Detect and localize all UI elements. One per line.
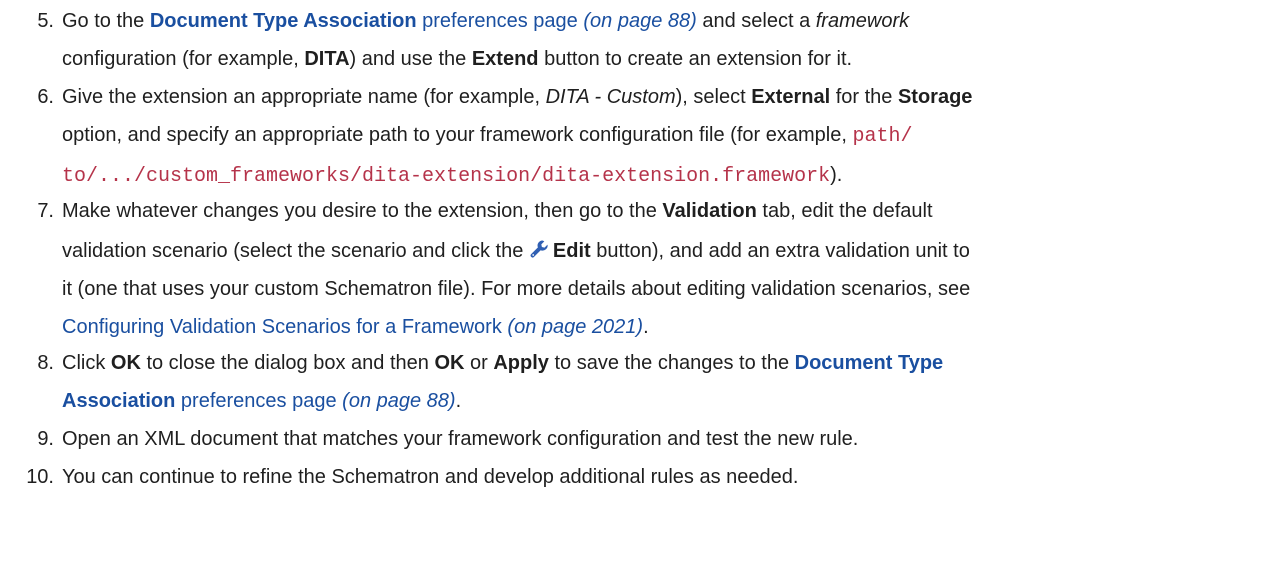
step-5-line-1: Go to the Document Type Association pref… <box>62 10 910 32</box>
step-9-text: Open an XML document that matches your f… <box>62 428 859 450</box>
step-number: 5. <box>37 10 54 32</box>
list-item-step-5: 5. Go to the Document Type Association p… <box>37 2 1267 78</box>
list-item-step-6: 6. Give the extension an appropriate nam… <box>37 78 1267 196</box>
step-6-line-2: option, and specify an appropriate path … <box>62 124 913 148</box>
document-type-association-link[interactable]: Document Type Association preferences pa… <box>150 10 578 32</box>
list-item-step-7: 7. Make whatever changes you desire to t… <box>37 192 1267 346</box>
step-number: 6. <box>37 86 54 108</box>
step-number: 10. <box>26 466 54 488</box>
step-number: 9. <box>37 428 54 450</box>
step-8-line-2: Association preferences page (on page 88… <box>62 390 462 412</box>
step-number: 7. <box>37 200 54 222</box>
configuring-validation-scenarios-link[interactable]: Configuring Validation Scenarios for a F… <box>62 316 502 338</box>
step-7-line-4: Configuring Validation Scenarios for a F… <box>62 316 649 338</box>
step-6-line-1: Give the extension an appropriate name (… <box>62 86 973 108</box>
step-7-line-2: validation scenario (select the scenario… <box>62 230 1267 270</box>
document-page: 5. Go to the Document Type Association p… <box>0 0 1282 586</box>
list-item-step-10: 10. You can continue to refine the Schem… <box>26 458 1267 496</box>
code-path: path/ <box>852 125 913 148</box>
code-path-continued: to/.../custom_frameworks/dita-extension/… <box>62 165 831 188</box>
page-reference[interactable]: (on page 88) <box>583 10 696 32</box>
step-8-line-1: Click OK to close the dialog box and the… <box>62 352 944 374</box>
list-item-step-8: 8. Click OK to close the dialog box and … <box>37 344 1267 420</box>
page-reference[interactable]: (on page 88) <box>342 390 455 412</box>
step-5-line-2: configuration (for example, DITA) and us… <box>62 48 853 70</box>
wrench-icon <box>529 234 549 258</box>
step-10-text: You can continue to refine the Schematro… <box>62 466 799 488</box>
association-preferences-link[interactable]: Association preferences page <box>62 390 337 412</box>
list-item-step-9: 9. Open an XML document that matches you… <box>37 420 1267 458</box>
step-7-line-1: Make whatever changes you desire to the … <box>62 200 933 222</box>
page-reference[interactable]: (on page 2021) <box>507 316 643 338</box>
document-type-link[interactable]: Document Type <box>795 352 944 374</box>
step-number: 8. <box>37 352 54 374</box>
step-6-line-3: to/.../custom_frameworks/dita-extension/… <box>62 164 843 188</box>
step-7-line-3: it (one that uses your custom Schematron… <box>62 278 971 300</box>
